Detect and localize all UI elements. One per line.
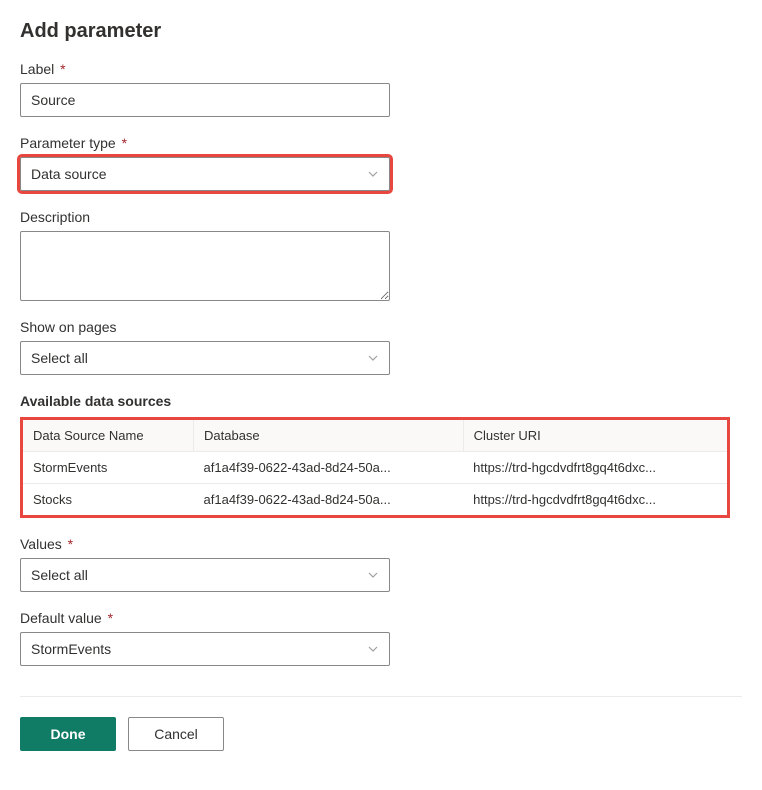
show-on-pages-select[interactable]: Select all (20, 341, 390, 375)
default-value-label: Default value * (20, 610, 742, 626)
values-label: Values * (20, 536, 742, 552)
field-show-on-pages: Show on pages Select all (20, 319, 742, 375)
parameter-type-label: Parameter type * (20, 135, 742, 151)
required-marker: * (122, 135, 127, 151)
chevron-down-icon (367, 569, 379, 581)
cell-database: af1a4f39-0622-43ad-8d24-50a... (194, 452, 464, 484)
required-marker: * (60, 61, 65, 77)
default-value-select[interactable]: StormEvents (20, 632, 390, 666)
description-input[interactable] (20, 231, 390, 301)
label-label: Label * (20, 61, 742, 77)
chevron-down-icon (367, 352, 379, 364)
cell-name: StormEvents (23, 452, 194, 484)
parameter-type-label-text: Parameter type (20, 135, 116, 151)
chevron-down-icon (367, 168, 379, 180)
col-data-source-name[interactable]: Data Source Name (23, 420, 194, 452)
show-on-pages-label: Show on pages (20, 319, 742, 335)
available-data-sources-title: Available data sources (20, 393, 742, 409)
field-values: Values * Select all (20, 536, 742, 592)
page-title: Add parameter (20, 20, 742, 43)
chevron-down-icon (367, 643, 379, 655)
show-on-pages-value: Select all (31, 350, 88, 366)
cell-database: af1a4f39-0622-43ad-8d24-50a... (194, 484, 464, 516)
label-label-text: Label (20, 61, 54, 77)
cell-cluster: https://trd-hgcdvdfrt8gq4t6dxc... (463, 452, 727, 484)
parameter-type-select[interactable]: Data source (20, 157, 390, 191)
values-value: Select all (31, 567, 88, 583)
field-label: Label * (20, 61, 742, 117)
cell-cluster: https://trd-hgcdvdfrt8gq4t6dxc... (463, 484, 727, 516)
available-data-sources-table: Data Source Name Database Cluster URI St… (23, 420, 727, 515)
done-button[interactable]: Done (20, 717, 116, 751)
col-cluster-uri[interactable]: Cluster URI (463, 420, 727, 452)
available-data-sources-table-highlight: Data Source Name Database Cluster URI St… (20, 417, 730, 518)
table-header-row: Data Source Name Database Cluster URI (23, 420, 727, 452)
description-label: Description (20, 209, 742, 225)
default-value-value: StormEvents (31, 641, 111, 657)
required-marker: * (108, 610, 113, 626)
col-database[interactable]: Database (194, 420, 464, 452)
table-row[interactable]: Stocks af1a4f39-0622-43ad-8d24-50a... ht… (23, 484, 727, 516)
cancel-button[interactable]: Cancel (128, 717, 224, 751)
table-row[interactable]: StormEvents af1a4f39-0622-43ad-8d24-50a.… (23, 452, 727, 484)
values-select[interactable]: Select all (20, 558, 390, 592)
available-data-sources-section: Available data sources Data Source Name … (20, 393, 742, 518)
field-description: Description (20, 209, 742, 301)
cell-name: Stocks (23, 484, 194, 516)
required-marker: * (68, 536, 73, 552)
default-value-label-text: Default value (20, 610, 102, 626)
field-default-value: Default value * StormEvents (20, 610, 742, 666)
label-input[interactable] (20, 83, 390, 117)
values-label-text: Values (20, 536, 62, 552)
parameter-type-value: Data source (31, 166, 106, 182)
footer-actions: Done Cancel (20, 696, 742, 751)
field-parameter-type: Parameter type * Data source (20, 135, 742, 191)
